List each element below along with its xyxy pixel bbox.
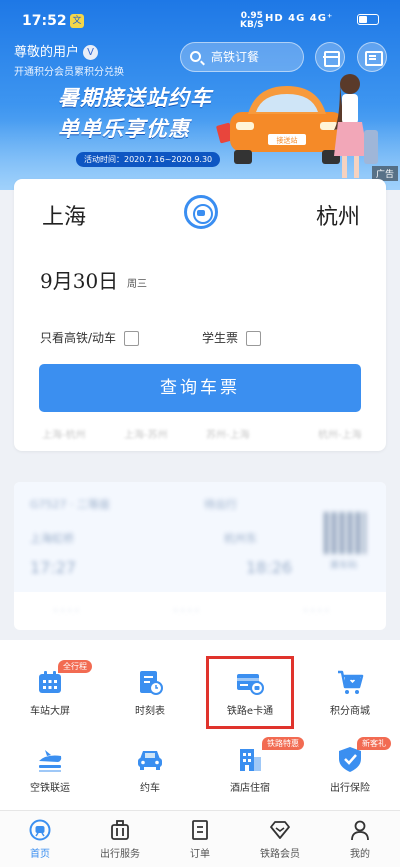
clock: 17:52: [22, 13, 67, 29]
trip-action[interactable]: · · · ·: [304, 604, 328, 617]
banner-subtitle: 单单乐享优惠: [58, 117, 190, 141]
weekday: 周三: [127, 279, 147, 290]
luggage-icon: [109, 819, 131, 841]
service-label: 车站大屏: [30, 706, 70, 717]
service-badge: 全行程: [58, 660, 92, 673]
scan-icon[interactable]: [315, 42, 345, 72]
tab-label: 我的: [350, 849, 370, 860]
service-station-screen[interactable]: 车站大屏: [0, 668, 100, 717]
student-ticket-option[interactable]: 学生票: [202, 329, 262, 346]
hotel-icon: [236, 745, 264, 773]
trip-to: 杭州东: [224, 532, 257, 545]
vip-badge: V: [83, 45, 99, 60]
status-bar: 17:52 文 0.95 KB/S HD 4G 4G⁺: [0, 0, 400, 36]
bottom-nav: 首页 出行服务 订单 铁路会员 我的: [0, 810, 400, 867]
service-label: 时刻表: [135, 706, 165, 717]
service-label: 积分商城: [330, 706, 370, 717]
diamond-icon: [269, 819, 291, 841]
plane-train-icon: [36, 745, 64, 773]
battery-icon: [357, 14, 379, 25]
qr-code-icon[interactable]: [324, 512, 366, 554]
signal-icons: HD 4G 4G⁺: [265, 13, 334, 24]
member-promo-text[interactable]: 开通积分会员累积分兑换: [14, 63, 124, 78]
departure-city[interactable]: 上海: [42, 199, 86, 231]
profile-icon: [349, 819, 371, 841]
history-item[interactable]: 上海-杭州: [42, 426, 86, 441]
depart-time: 17:27: [30, 558, 77, 577]
tab-label: 铁路会员: [260, 849, 300, 860]
net-speed: 0.95 KB/S: [240, 11, 264, 30]
service-hotel[interactable]: 酒店住宿: [200, 745, 300, 794]
tab-membership[interactable]: 铁路会员: [240, 819, 320, 860]
high-speed-checkbox[interactable]: [124, 331, 140, 346]
service-car-hailing[interactable]: 约车: [100, 745, 200, 794]
service-label: 出行保险: [330, 783, 370, 794]
timetable-icon: [136, 668, 164, 696]
service-badge: 铁路特惠: [262, 737, 304, 750]
search-placeholder: 高铁订餐: [211, 50, 260, 64]
booking-card: 上海 杭州 9月30日 周三 只看高铁/动车 学生票 查询车票 上海-杭州 上海…: [14, 179, 386, 451]
highlight-box: [206, 656, 294, 729]
trip-action[interactable]: · · · ·: [174, 604, 198, 617]
promo-banner[interactable]: 17:52 文 0.95 KB/S HD 4G 4G⁺ 尊敬的用户 V 开通积分会员…: [0, 0, 400, 190]
arrival-city[interactable]: 杭州: [316, 199, 360, 231]
car-icon: [136, 745, 164, 773]
tab-label: 首页: [30, 849, 50, 860]
service-timetable[interactable]: 时刻表: [100, 668, 200, 717]
banner-date: 活动时间：2020.7.16~2020.9.30: [76, 152, 221, 167]
tab-travel-services[interactable]: 出行服务: [80, 819, 160, 860]
home-icon: [29, 819, 51, 841]
service-label: 空铁联运: [30, 783, 70, 794]
high-speed-only-option[interactable]: 只看高铁/动车: [40, 329, 140, 346]
search-icon: [190, 51, 201, 62]
service-badge: 新客礼: [357, 737, 391, 750]
service-air-rail[interactable]: 空铁联运: [0, 745, 100, 794]
trip-from: 上海虹桥: [30, 532, 74, 545]
trip-action[interactable]: · · · ·: [54, 604, 78, 617]
message-icon[interactable]: [357, 42, 387, 72]
tab-label: 出行服务: [100, 849, 140, 860]
user-name[interactable]: 尊敬的用户 V: [14, 41, 99, 60]
history-item[interactable]: 上海-苏州: [124, 426, 168, 441]
history-item[interactable]: 杭州-上海: [318, 426, 362, 441]
order-icon: [189, 819, 211, 841]
swap-stations-icon[interactable]: [184, 195, 218, 229]
girl-illustration: [334, 74, 378, 178]
trip-status: 待出行: [204, 498, 237, 511]
app-notification-icon: 文: [70, 14, 84, 28]
tab-home[interactable]: 首页: [0, 819, 80, 860]
student-checkbox[interactable]: [246, 331, 262, 346]
tab-orders[interactable]: 订单: [160, 819, 240, 860]
search-tickets-button[interactable]: 查询车票: [39, 364, 361, 412]
search-input[interactable]: 高铁订餐: [180, 42, 304, 72]
tab-profile[interactable]: 我的: [320, 819, 400, 860]
service-label: 约车: [140, 783, 160, 794]
train-code: G7527 · 二等座: [30, 498, 111, 511]
service-label: 酒店住宿: [230, 783, 270, 794]
travel-date[interactable]: 9月30日: [40, 265, 118, 294]
banner-title: 暑期接送站约车: [58, 86, 212, 110]
service-points-mall[interactable]: 积分商城: [300, 668, 400, 717]
service-insurance[interactable]: 出行保险: [300, 745, 400, 794]
history-item[interactable]: 苏州-上海: [206, 426, 250, 441]
tab-label: 订单: [190, 849, 210, 860]
qr-label: 乘车码: [330, 561, 358, 571]
upcoming-trip-card[interactable]: G7527 · 二等座 待出行 上海虹桥 杭州东 17:27 18:26 乘车码…: [14, 482, 386, 630]
cart-icon: [336, 668, 364, 696]
car-plate: 接送站: [277, 136, 298, 145]
arrive-time: 18:26: [246, 558, 293, 577]
